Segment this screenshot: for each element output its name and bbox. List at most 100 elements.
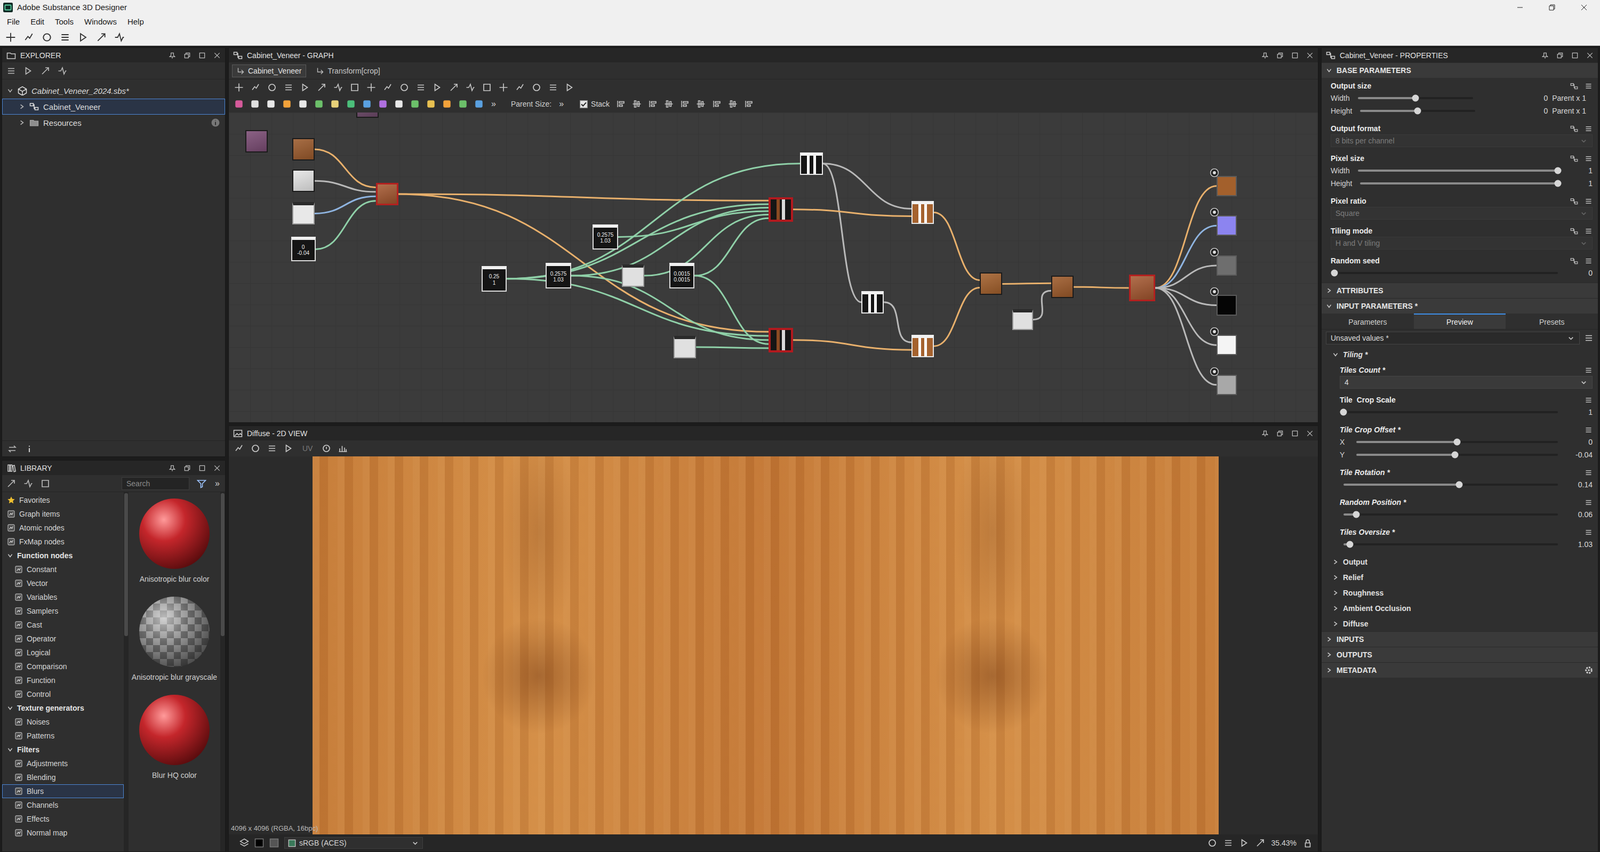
- align-tool-icon[interactable]: [632, 99, 642, 109]
- node-type-icon[interactable]: [442, 99, 452, 109]
- section-header[interactable]: OUTPUTS: [1321, 646, 1598, 663]
- graph-node[interactable]: [1216, 176, 1237, 197]
- maximize-icon[interactable]: [1571, 51, 1579, 60]
- library-item[interactable]: Logical: [2, 645, 124, 660]
- close-icon[interactable]: [1586, 51, 1594, 60]
- view-2d-viewport[interactable]: 4096 x 4096 (RGBA, 16bpc): [228, 456, 1318, 835]
- view-option-icon[interactable]: [1207, 838, 1218, 848]
- expand-chevron-icon[interactable]: [1325, 67, 1333, 74]
- view-option-icon[interactable]: [1223, 838, 1234, 848]
- minimize-icon[interactable]: [1504, 0, 1536, 15]
- align-tool-icon[interactable]: [728, 99, 738, 109]
- library-tool-icon[interactable]: [6, 478, 16, 489]
- node-type-icon[interactable]: [362, 99, 372, 109]
- node-type-icon[interactable]: [250, 99, 260, 109]
- dropdown[interactable]: 4: [1339, 376, 1593, 389]
- graph-node[interactable]: [1012, 309, 1033, 330]
- menu-icon[interactable]: [1584, 124, 1593, 133]
- search-field[interactable]: Search: [121, 477, 190, 491]
- toolbar-tool-icon[interactable]: [114, 32, 125, 43]
- graph-tool-icon[interactable]: [349, 82, 360, 93]
- expand-chevron-icon[interactable]: [6, 705, 14, 712]
- graph-node[interactable]: [861, 291, 884, 314]
- library-item[interactable]: Blurs: [2, 784, 124, 799]
- graph-tool-icon[interactable]: [449, 82, 459, 93]
- align-tool-icon[interactable]: [648, 99, 658, 109]
- preset-dropdown[interactable]: Unsaved values *: [1325, 331, 1580, 345]
- slider[interactable]: [1357, 97, 1474, 100]
- tab[interactable]: Parameters: [1321, 313, 1414, 330]
- menu-item[interactable]: Windows: [79, 16, 122, 28]
- slider-handle[interactable]: [1414, 107, 1422, 115]
- graph-tool-icon[interactable]: [482, 82, 492, 93]
- graph-node[interactable]: [292, 202, 315, 225]
- view-tool-icon[interactable]: [267, 443, 277, 454]
- library-item[interactable]: Samplers: [2, 604, 124, 619]
- node-type-icon[interactable]: [266, 99, 276, 109]
- graph-node[interactable]: [621, 264, 645, 287]
- expand-chevron-icon[interactable]: [1332, 605, 1339, 612]
- close-icon[interactable]: [1568, 0, 1600, 15]
- node-type-icon[interactable]: [410, 99, 420, 109]
- float-icon[interactable]: [1276, 429, 1284, 438]
- expand-chevron-icon[interactable]: [1325, 667, 1333, 674]
- view-tool-icon[interactable]: [338, 443, 348, 454]
- toolbar-tool-icon[interactable]: [23, 32, 35, 43]
- tree-item[interactable]: Cabinet_Veneer_2024.sbs*: [2, 82, 226, 99]
- library-item[interactable]: Function: [2, 673, 124, 688]
- library-item[interactable]: FxMap nodes: [2, 534, 124, 549]
- graph-tool-icon[interactable]: [300, 82, 310, 93]
- library-item[interactable]: Texture generators: [2, 701, 124, 716]
- graph-node[interactable]: [1216, 255, 1237, 276]
- section-header[interactable]: INPUT PARAMETERS *: [1321, 298, 1598, 314]
- node-type-icon[interactable]: [234, 99, 244, 109]
- float-icon[interactable]: [183, 464, 191, 472]
- info-icon[interactable]: [24, 444, 35, 454]
- expand-chevron-icon[interactable]: [6, 552, 14, 559]
- library-item[interactable]: Cast: [2, 618, 124, 632]
- graph-node[interactable]: [800, 152, 823, 175]
- graph-node[interactable]: [1216, 294, 1237, 316]
- toolbar-tool-icon[interactable]: [59, 32, 71, 43]
- slider-value[interactable]: 1: [1565, 179, 1593, 188]
- float-icon[interactable]: [1276, 51, 1284, 60]
- graph-node[interactable]: [1216, 374, 1237, 396]
- library-item[interactable]: Graph items: [2, 507, 124, 522]
- explorer-tool-icon[interactable]: [40, 66, 51, 76]
- menu-icon[interactable]: [1584, 498, 1593, 507]
- graph-tool-icon[interactable]: [416, 82, 426, 93]
- library-item[interactable]: Filters: [2, 742, 124, 757]
- menu-icon[interactable]: [1584, 333, 1594, 343]
- slider[interactable]: [1343, 411, 1558, 414]
- library-item[interactable]: Variables: [2, 590, 124, 605]
- link-graph-icon[interactable]: [1570, 227, 1579, 236]
- expand-chevron-icon[interactable]: [1332, 558, 1339, 566]
- size-unit[interactable]: Parent x 1: [1552, 106, 1587, 116]
- view-tool-icon[interactable]: [283, 443, 294, 454]
- slider-handle[interactable]: [1346, 541, 1354, 549]
- graph-node[interactable]: [1216, 215, 1237, 236]
- slider[interactable]: [1360, 182, 1558, 185]
- align-tool-icon[interactable]: [696, 99, 706, 109]
- menu-icon[interactable]: [1584, 154, 1593, 163]
- expand-chevron-icon[interactable]: [1332, 620, 1339, 628]
- checkbox-icon[interactable]: [579, 100, 588, 109]
- menu-icon[interactable]: [1584, 468, 1593, 477]
- graph-node[interactable]: [979, 272, 1003, 295]
- slider-value[interactable]: 0: [1521, 93, 1548, 103]
- parameter-group[interactable]: Ambient Occlusion: [1321, 600, 1598, 616]
- graph-tool-icon[interactable]: [515, 82, 525, 93]
- slider[interactable]: [1356, 453, 1558, 456]
- size-unit[interactable]: Parent x 1: [1552, 93, 1587, 103]
- maximize-icon[interactable]: [1291, 51, 1299, 60]
- parameter-group[interactable]: Tiling *: [1321, 346, 1598, 363]
- expand-chevron-icon[interactable]: [1325, 287, 1333, 294]
- filter-icon[interactable]: [196, 478, 207, 489]
- graph-node[interactable]: 0.00150.0015: [669, 262, 695, 289]
- graph-tool-icon[interactable]: [432, 82, 443, 93]
- graph-node[interactable]: [356, 112, 379, 118]
- library-item[interactable]: Normal map: [2, 826, 124, 840]
- node-type-icon[interactable]: [346, 99, 356, 109]
- slider-value[interactable]: 0: [1565, 268, 1593, 278]
- library-item[interactable]: Vector: [2, 576, 124, 591]
